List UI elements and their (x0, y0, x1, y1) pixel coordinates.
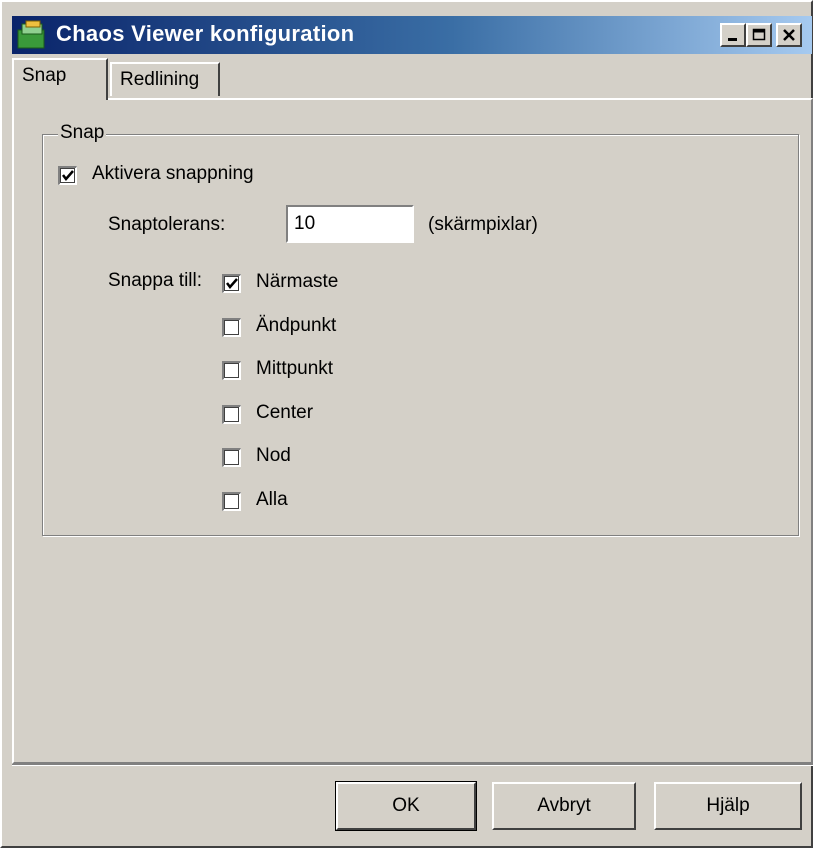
chaos-viewer-app-icon (16, 20, 48, 50)
title-bar[interactable]: Chaos Viewer konfiguration (12, 16, 812, 54)
footer-divider-highlight (12, 765, 813, 766)
help-button-label: Hjälp (706, 795, 750, 816)
ok-button-label: OK (392, 795, 420, 816)
minimize-button[interactable] (720, 23, 746, 47)
tolerance-label: Snaptolerans: (108, 214, 226, 235)
tolerance-unit-label: (skärmpixlar) (428, 214, 538, 235)
dialog-window: Chaos Viewer konfiguration Snap Redlinin… (0, 0, 813, 848)
snap-to-label: Snappa till: (108, 270, 203, 291)
snap-all-label: Alla (256, 489, 288, 510)
snap-all-checkbox[interactable] (222, 492, 241, 511)
snap-center-checkbox[interactable] (222, 405, 241, 424)
close-icon (783, 29, 795, 41)
snap-nearest-checkbox[interactable] (222, 274, 241, 293)
tab-redlining-label: Redlining (120, 69, 200, 90)
snap-nearest-label: Närmaste (256, 271, 339, 292)
help-button[interactable]: Hjälp (654, 782, 802, 830)
checkmark-icon (226, 278, 238, 289)
enable-snapping-label: Aktivera snappning (92, 163, 254, 184)
snap-group-legend: Snap (58, 122, 107, 144)
snap-midpoint-label: Mittpunkt (256, 358, 334, 379)
maximize-button[interactable] (746, 23, 772, 47)
tab-snap[interactable]: Snap (12, 58, 108, 100)
tab-snap-label: Snap (22, 65, 67, 86)
tolerance-input[interactable] (286, 205, 414, 243)
window-title: Chaos Viewer konfiguration (56, 21, 355, 46)
snap-endpoint-checkbox[interactable] (222, 318, 241, 337)
maximize-icon (752, 28, 766, 41)
snap-center-label: Center (256, 402, 314, 423)
ok-button[interactable]: OK (335, 781, 477, 831)
cancel-button[interactable]: Avbryt (492, 782, 636, 830)
snap-node-label: Nod (256, 445, 291, 466)
snap-midpoint-checkbox[interactable] (222, 361, 241, 380)
enable-snapping-checkbox[interactable] (58, 166, 77, 185)
snap-groupbox (42, 134, 799, 536)
minimize-icon (728, 38, 737, 41)
tab-redlining[interactable]: Redlining (110, 62, 220, 96)
cancel-button-label: Avbryt (537, 795, 591, 816)
close-button[interactable] (776, 23, 802, 47)
checkmark-icon (62, 170, 74, 181)
snap-node-checkbox[interactable] (222, 448, 241, 467)
snap-endpoint-label: Ändpunkt (256, 315, 337, 336)
